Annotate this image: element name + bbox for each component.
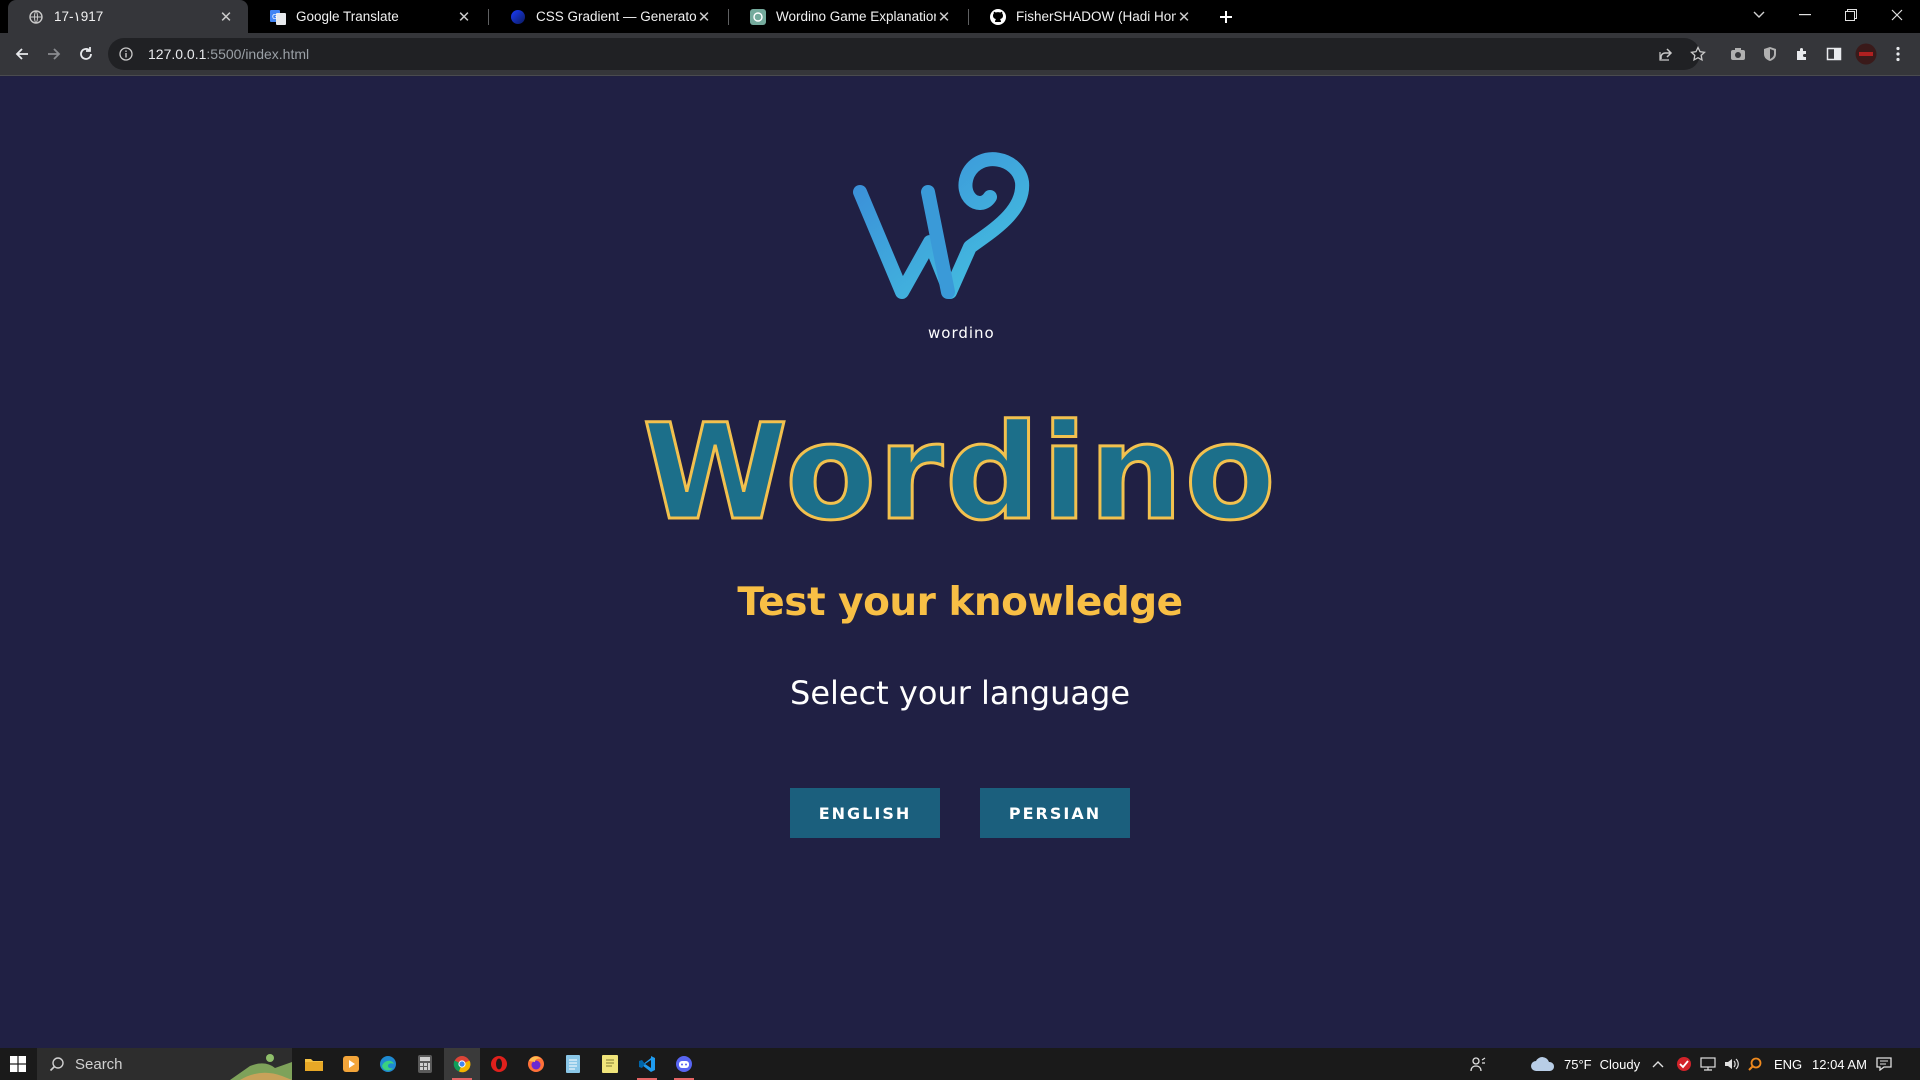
- browser-toolbar: 127.0.0.1:5500/index.html: [0, 33, 1920, 76]
- opera-browser-icon[interactable]: [481, 1048, 517, 1080]
- reload-button[interactable]: [72, 40, 100, 68]
- close-tab-icon[interactable]: ✕: [936, 9, 952, 26]
- firefox-browser-icon[interactable]: [518, 1048, 554, 1080]
- network-icon[interactable]: [1700, 1048, 1720, 1080]
- english-button[interactable]: ENGLISH: [790, 788, 940, 838]
- tab-search-button[interactable]: [1736, 0, 1782, 30]
- sticky-notes-icon[interactable]: [592, 1048, 628, 1080]
- input-language[interactable]: ENG: [1774, 1048, 1802, 1080]
- antivirus-tray-icon[interactable]: [1676, 1048, 1694, 1080]
- restore-button[interactable]: [1828, 0, 1874, 30]
- media-player-icon[interactable]: [333, 1048, 369, 1080]
- url-text: 127.0.0.1:5500/index.html: [148, 46, 309, 62]
- tab-title: Wordino Game Explanation: [776, 9, 936, 24]
- new-tab-button[interactable]: [1213, 4, 1239, 30]
- side-panel-icon[interactable]: [1820, 40, 1848, 68]
- close-tab-icon[interactable]: ✕: [1176, 9, 1192, 26]
- file-explorer-icon[interactable]: [296, 1048, 332, 1080]
- svg-text:G: G: [272, 13, 277, 21]
- close-tab-icon[interactable]: ✕: [696, 9, 712, 26]
- close-tab-icon[interactable]: ✕: [456, 9, 472, 26]
- language-prompt: Select your language: [790, 674, 1130, 712]
- volume-icon[interactable]: [1724, 1048, 1744, 1080]
- tagline: Test your knowledge: [737, 580, 1183, 625]
- taskbar-search-box[interactable]: Search: [37, 1048, 292, 1080]
- notifications-icon[interactable]: [1876, 1048, 1896, 1080]
- close-window-button[interactable]: [1874, 0, 1920, 30]
- tab-wordino-game-explanation[interactable]: Wordino Game Explanation ✕: [730, 0, 966, 33]
- forward-button[interactable]: [40, 40, 68, 68]
- tab-separator: [728, 9, 729, 25]
- bookmark-star-icon[interactable]: [1684, 40, 1712, 68]
- tab-title: CSS Gradient — Generator, Maker: [536, 9, 696, 24]
- weather-temperature: 75°F: [1564, 1056, 1592, 1072]
- url-host: 127.0.0.1: [148, 46, 207, 62]
- search-tray-icon[interactable]: [1748, 1048, 1766, 1080]
- css-gradient-icon: [510, 9, 526, 25]
- discord-icon[interactable]: [666, 1048, 702, 1080]
- page-viewport: wordino Wordino Test your knowledge Sele…: [0, 77, 1920, 1048]
- tab-title: 17-۱917: [54, 8, 104, 24]
- search-label: Search: [75, 1055, 123, 1073]
- clock[interactable]: 12:04 AM: [1812, 1048, 1867, 1080]
- profile-avatar-icon[interactable]: [1852, 40, 1880, 68]
- tab-17-1917[interactable]: 17-۱917 ✕: [8, 0, 248, 33]
- notepad-icon[interactable]: [555, 1048, 591, 1080]
- url-path: :5500/index.html: [206, 46, 310, 62]
- edge-browser-icon[interactable]: [370, 1048, 406, 1080]
- cloud-icon: [1530, 1056, 1556, 1072]
- address-bar[interactable]: 127.0.0.1:5500/index.html: [108, 38, 1700, 70]
- tab-css-gradient[interactable]: CSS Gradient — Generator, Maker ✕: [490, 0, 726, 33]
- globe-icon: [28, 9, 44, 25]
- weather-widget[interactable]: 75°F Cloudy: [1530, 1048, 1640, 1080]
- browser-menu-icon[interactable]: [1884, 40, 1912, 68]
- close-tab-icon[interactable]: ✕: [218, 9, 234, 26]
- shield-extension-icon[interactable]: [1756, 40, 1784, 68]
- search-icon: [49, 1056, 65, 1072]
- google-translate-icon: G: [270, 9, 286, 25]
- github-icon: [990, 8, 1006, 25]
- logo-caption: wordino: [928, 324, 995, 342]
- minimize-button[interactable]: [1782, 0, 1828, 30]
- page-title: Wordino: [641, 396, 1278, 550]
- search-highlight-illustration-icon: [230, 1048, 292, 1080]
- people-icon[interactable]: [1470, 1048, 1494, 1080]
- chatgpt-icon: [750, 8, 766, 25]
- tab-title: Google Translate: [296, 9, 399, 24]
- camera-extension-icon[interactable]: [1724, 40, 1752, 68]
- back-button[interactable]: [8, 40, 36, 68]
- wordino-logo: wordino: [840, 152, 1080, 352]
- tab-separator: [968, 9, 969, 25]
- tab-github-profile[interactable]: FisherSHADOW (Hadi Homaei) ✕: [970, 0, 1206, 33]
- show-hidden-icons-chevron-icon[interactable]: [1652, 1048, 1670, 1080]
- weather-condition: Cloudy: [1599, 1056, 1641, 1072]
- share-icon[interactable]: [1652, 40, 1680, 68]
- tab-separator: [488, 9, 489, 25]
- vscode-icon[interactable]: [629, 1048, 665, 1080]
- tab-google-translate[interactable]: G Google Translate ✕: [250, 0, 486, 33]
- taskbar: Search 75°F Cloudy ENG 12:04 AM: [0, 1048, 1920, 1080]
- chrome-browser-icon[interactable]: [444, 1048, 480, 1080]
- calculator-icon[interactable]: [407, 1048, 443, 1080]
- persian-button[interactable]: PERSIAN: [980, 788, 1130, 838]
- windows-start-icon[interactable]: [0, 1048, 36, 1080]
- tab-strip: 17-۱917 ✕ G Google Translate ✕ CSS Gradi…: [0, 0, 1920, 33]
- site-info-icon[interactable]: [118, 46, 134, 62]
- tab-title: FisherSHADOW (Hadi Homaei): [1016, 9, 1176, 24]
- extensions-puzzle-icon[interactable]: [1788, 40, 1816, 68]
